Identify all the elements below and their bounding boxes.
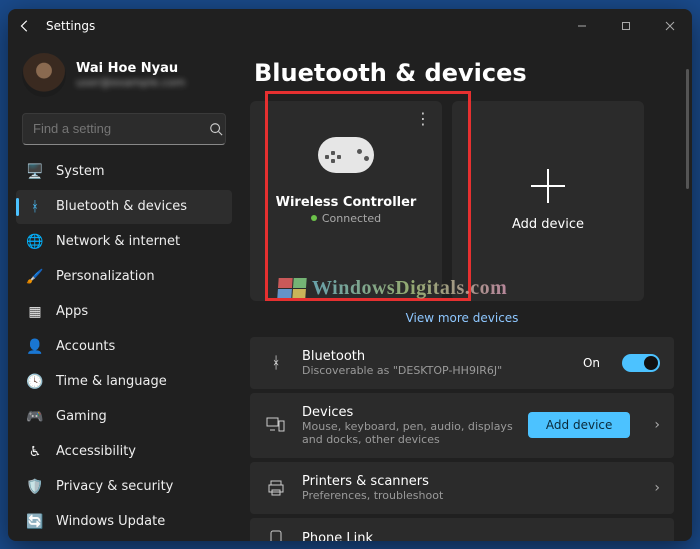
personalization-icon: 🖌️ [26,268,44,286]
user-block[interactable]: Wai Hoe Nyau user@example.com [14,47,234,107]
nav-accessibility[interactable]: ♿ Accessibility [16,435,232,469]
devices-row[interactable]: Devices Mouse, keyboard, pen, audio, dis… [250,393,674,458]
update-icon: 🔄 [26,513,44,531]
nav-label: Accounts [56,339,115,354]
user-email: user@example.com [76,76,185,89]
nav-label: Windows Update [56,514,165,529]
printers-row[interactable]: Printers & scanners Preferences, trouble… [250,462,674,514]
printer-icon [264,479,288,497]
window-controls [560,9,692,43]
avatar [22,53,66,97]
network-icon: 🌐 [26,233,44,251]
nav-label: System [56,164,104,179]
nav-system[interactable]: 🖥️ System [16,155,232,189]
nav-label: Bluetooth & devices [56,199,187,214]
search-box[interactable] [22,113,226,145]
apps-icon: ▦ [26,303,44,321]
phone-icon [264,530,288,541]
gamepad-icon [318,137,374,173]
plus-icon [531,169,565,203]
gaming-icon: 🎮 [26,408,44,426]
toggle-label: On [583,356,600,370]
device-tiles-row: ⋮ Wireless Controller Connected Add devi… [250,101,674,301]
row-subtitle: Preferences, troubleshoot [302,489,630,502]
bluetooth-toggle[interactable] [622,354,660,372]
time-icon: 🕓 [26,373,44,391]
search-icon [209,122,223,136]
tile-more-button[interactable]: ⋮ [415,109,432,128]
row-title: Bluetooth [302,349,569,364]
add-device-label: Add device [512,217,584,232]
page-title: Bluetooth & devices [254,59,674,87]
nav-update[interactable]: 🔄 Windows Update [16,505,232,539]
nav-label: Personalization [56,269,155,284]
devices-icon [264,416,288,434]
scrollbar[interactable] [686,69,689,189]
row-title: Printers & scanners [302,474,630,489]
device-tile[interactable]: ⋮ Wireless Controller Connected [250,101,442,301]
titlebar: Settings [8,9,692,43]
back-button[interactable] [8,19,42,33]
bluetooth-icon: ᚼ [264,353,288,372]
privacy-icon: 🛡️ [26,478,44,496]
phone-link-row[interactable]: Phone Link [250,518,674,541]
accessibility-icon: ♿ [26,443,44,461]
nav-list: 🖥️ System ᚼ Bluetooth & devices 🌐 Network &… [14,155,234,539]
main-content: Bluetooth & devices ⋮ Wireless Controlle… [240,43,692,541]
nav-privacy[interactable]: 🛡️ Privacy & security [16,470,232,504]
status-dot-icon [311,215,317,221]
nav-bluetooth-devices[interactable]: ᚼ Bluetooth & devices [16,190,232,224]
bluetooth-icon: ᚼ [26,198,44,216]
add-device-tile[interactable]: Add device [452,101,644,301]
chevron-right-icon: › [654,480,660,496]
nav-label: Accessibility [56,444,136,459]
nav-network[interactable]: 🌐 Network & internet [16,225,232,259]
system-icon: 🖥️ [26,163,44,181]
device-status: Connected [311,212,381,225]
nav-personalization[interactable]: 🖌️ Personalization [16,260,232,294]
add-device-button[interactable]: Add device [528,412,630,438]
row-subtitle: Discoverable as "DESKTOP-HH9IR6J" [302,364,569,377]
window-title: Settings [46,19,95,33]
nav-gaming[interactable]: 🎮 Gaming [16,400,232,434]
chevron-right-icon: › [654,417,660,433]
nav-apps[interactable]: ▦ Apps [16,295,232,329]
device-name: Wireless Controller [276,195,417,210]
maximize-button[interactable] [604,9,648,43]
search-input[interactable] [33,121,209,136]
bluetooth-row[interactable]: ᚼ Bluetooth Discoverable as "DESKTOP-HH9… [250,337,674,389]
sidebar: Wai Hoe Nyau user@example.com 🖥️ System ᚼ… [8,43,240,541]
row-title: Phone Link [302,531,660,541]
user-name: Wai Hoe Nyau [76,61,185,76]
nav-label: Time & language [56,374,167,389]
close-button[interactable] [648,9,692,43]
device-status-text: Connected [322,212,381,225]
accounts-icon: 👤 [26,338,44,356]
nav-label: Gaming [56,409,107,424]
nav-time[interactable]: 🕓 Time & language [16,365,232,399]
view-more-devices-link[interactable]: View more devices [250,301,674,337]
nav-label: Privacy & security [56,479,173,494]
settings-window: Settings Wai Hoe Nyau user@example.com [8,9,692,541]
minimize-button[interactable] [560,9,604,43]
nav-label: Apps [56,304,88,319]
row-subtitle: Mouse, keyboard, pen, audio, displays an… [302,420,514,446]
row-title: Devices [302,405,514,420]
nav-accounts[interactable]: 👤 Accounts [16,330,232,364]
nav-label: Network & internet [56,234,180,249]
